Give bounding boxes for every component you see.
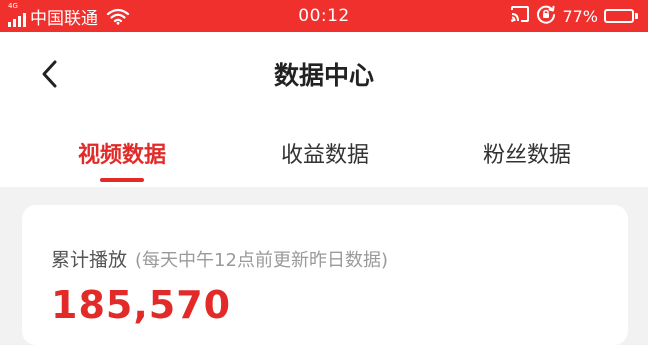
page-title: 数据中心 xyxy=(273,61,374,90)
tab-label: 收益数据 xyxy=(280,143,369,168)
tab-revenue-data[interactable]: 收益数据 xyxy=(255,128,395,187)
status-bar: 4G 中国联通 00:12 77% xyxy=(0,0,648,32)
card-label-row: 累计播放 (每天中午12点前更新昨日数据) xyxy=(51,245,388,272)
tab-fans-data[interactable]: 粉丝数据 xyxy=(457,128,597,187)
tab-label: 粉丝数据 xyxy=(482,143,571,168)
tab-video-data[interactable]: 视频数据 xyxy=(52,128,192,187)
top-header: 数据中心 视频数据 收益数据 粉丝数据 xyxy=(0,32,648,187)
card-update-note: (每天中午12点前更新昨日数据) xyxy=(135,250,388,271)
battery-icon xyxy=(604,8,638,24)
total-plays-value: 185,570 xyxy=(51,283,232,327)
tab-bar: 视频数据 收益数据 粉丝数据 xyxy=(0,128,648,187)
card-label: 累计播放 xyxy=(51,249,128,271)
rotation-lock-icon xyxy=(536,4,556,28)
tab-label: 视频数据 xyxy=(77,143,166,168)
status-right: 77% xyxy=(510,0,638,32)
active-tab-indicator xyxy=(100,178,144,182)
battery-percent: 77% xyxy=(562,6,598,26)
cast-icon xyxy=(510,5,530,27)
total-plays-card: 累计播放 (每天中午12点前更新昨日数据) 185,570 xyxy=(22,205,628,345)
